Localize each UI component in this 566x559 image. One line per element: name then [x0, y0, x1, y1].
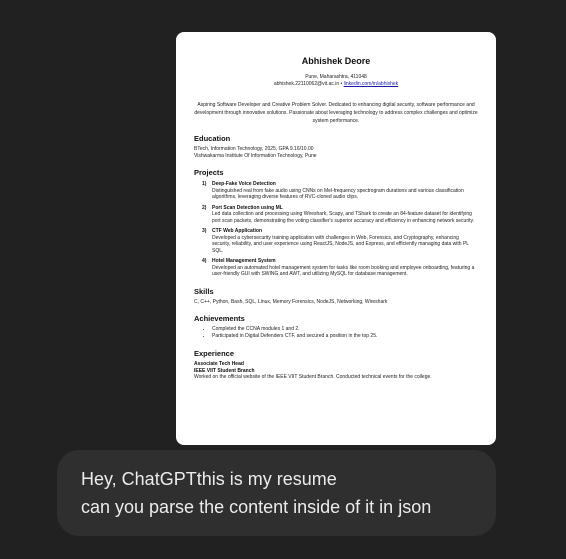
achievement-item: Completed the CCNA modules 1 and 2.	[212, 326, 478, 333]
project-number: 4)	[202, 258, 207, 264]
education-institute: Vishwakarma Institute Of Information Tec…	[194, 152, 317, 159]
project-description: Distinguished real from fake audio using…	[212, 187, 464, 201]
project-item: 3) CTF Web Application Developed a cyber…	[194, 228, 478, 254]
project-number: 1)	[202, 181, 207, 187]
experience-heading: Experience	[194, 349, 235, 358]
resume-name: Abhishek Deore	[301, 56, 371, 66]
education-heading: Education	[194, 134, 231, 143]
project-item: 1) Deep-Fake Voice Detection Distinguish…	[194, 181, 478, 201]
project-number: 2)	[202, 204, 207, 211]
resume-image-attachment[interactable]: Abhishek Deore Pune, Maharashtra, 411048…	[176, 32, 496, 445]
achievements-list: Completed the CCNA modules 1 and 2. Part…	[194, 326, 478, 340]
resume-location: Pune, Maharashtra, 411048	[305, 74, 367, 80]
achievement-item: Participated in Digital Defenders CTF, a…	[212, 333, 478, 340]
skills-list: C, C++, Python, Bash, SQL, Linux, Memory…	[194, 298, 388, 305]
resume-linkedin-link: linkedin.com/in/abhishek	[343, 81, 399, 87]
achievements-heading: Achievements	[194, 314, 245, 323]
resume-email: abhishek.22110062@vit.ac.in	[273, 81, 340, 87]
project-number: 3)	[202, 228, 207, 234]
project-description: Led data collection and processing using…	[212, 211, 475, 224]
user-message-line: Hey, ChatGPTthis is my resume	[81, 469, 337, 489]
user-message-bubble: Hey, ChatGPTthis is my resume can you pa…	[57, 450, 496, 536]
experience-description: Worked on the official website of the IE…	[194, 374, 432, 380]
resume-contact-line: abhishek.22110062@vit.ac.in • linkedin.c…	[194, 81, 478, 88]
skills-heading: Skills	[194, 286, 214, 296]
project-description: Developed a cybersecurity training appli…	[212, 234, 469, 254]
resume-summary: Aspiring Software Developer and Creative…	[194, 102, 478, 124]
project-description: Developed an automated hotel management …	[212, 264, 475, 278]
project-item: 2) Port Scan Detection using ML Led data…	[194, 205, 478, 225]
project-item: 4) Hotel Management System Developed an …	[194, 258, 478, 278]
projects-heading: Projects	[194, 168, 224, 177]
user-message-line: can you parse the content inside of it i…	[81, 497, 432, 517]
